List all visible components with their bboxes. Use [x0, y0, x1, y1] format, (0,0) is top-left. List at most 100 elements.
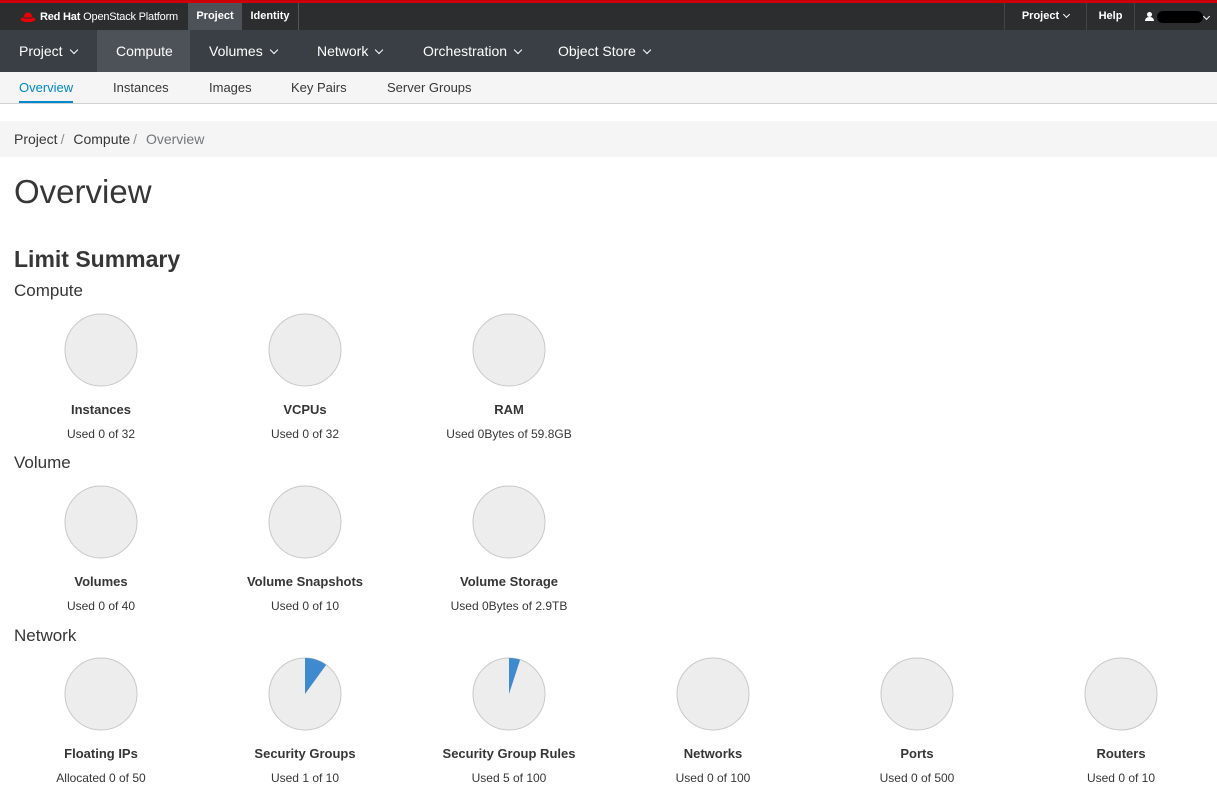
brand-logo[interactable]: Red Hat OpenStack Platform — [20, 7, 178, 27]
project-dropdown[interactable]: Project — [1004, 3, 1086, 30]
chart-label: RAM — [494, 402, 524, 417]
section-title-volume: Volume — [14, 453, 71, 472]
section-title-compute: Compute — [14, 281, 83, 300]
pie-background — [880, 657, 954, 731]
nav-volumes[interactable]: Volumes — [190, 30, 298, 72]
breadcrumb-overview: Overview — [145, 131, 205, 147]
nav-volumes-label: Volumes — [209, 43, 263, 59]
pie-chart-graphic — [64, 313, 138, 387]
breadcrumb-separator: / — [133, 131, 138, 147]
pie-chart-graphic — [472, 485, 546, 559]
section-title-network: Network — [14, 626, 77, 645]
chevron-down-icon — [69, 45, 78, 55]
pie-chart-graphic — [1084, 657, 1158, 731]
nav-project-label: Project — [19, 43, 63, 59]
top-tab-project[interactable]: Project — [188, 3, 242, 30]
help-link[interactable]: Help — [1086, 3, 1134, 30]
page-title: Overview — [14, 173, 152, 210]
chart-label: Floating IPs — [64, 746, 138, 761]
chart-label: VCPUs — [283, 402, 327, 417]
pie-chart-graphic — [268, 657, 342, 731]
pie-chart-security-groups: Security Groups Used 1 of 10 — [225, 656, 385, 785]
breadcrumb: Project / Compute / Overview — [0, 121, 1217, 157]
chart-label: Ports — [900, 746, 934, 761]
nav-compute-label: Compute — [116, 43, 173, 59]
brand-name-bold: Red Hat — [40, 11, 81, 23]
nav-compute[interactable]: Compute — [97, 30, 190, 72]
chart-usage-text: Used 0 of 500 — [879, 771, 955, 785]
nav-network[interactable]: Network — [298, 30, 404, 72]
pie-chart-instances: Instances Used 0 of 32 — [21, 312, 181, 441]
pie-chart-graphic — [880, 657, 954, 731]
chevron-down-icon — [1063, 10, 1071, 19]
pie-background — [472, 485, 546, 559]
chevron-down-icon — [269, 45, 278, 55]
masthead: Red Hat OpenStack Platform Project Ident… — [0, 0, 1217, 30]
pie-chart-security-group-rules: Security Group Rules Used 5 of 100 — [429, 656, 589, 785]
nav-project[interactable]: Project — [0, 30, 97, 72]
pie-chart-volume-snapshots: Volume Snapshots Used 0 of 10 — [225, 484, 385, 613]
top-tab-identity[interactable]: Identity — [242, 3, 299, 30]
pie-chart-volumes: Volumes Used 0 of 40 — [21, 484, 181, 613]
pie-chart-graphic — [676, 657, 750, 731]
pie-background — [1084, 657, 1158, 731]
chart-usage-text: Used 0 of 100 — [675, 771, 751, 785]
subnav-instances[interactable]: Instances — [113, 72, 169, 103]
pie-background — [676, 657, 750, 731]
pie-chart-ram: RAM Used 0Bytes of 59.8GB — [429, 312, 589, 441]
pie-chart-vcpus: VCPUs Used 0 of 32 — [225, 312, 385, 441]
subnav-overview[interactable]: Overview — [19, 72, 74, 103]
chart-usage-text: Used 0Bytes of 2.9TB — [450, 599, 568, 613]
chart-label: Networks — [683, 746, 743, 761]
chart-label: Volume Storage — [459, 574, 558, 589]
pie-chart-graphic — [64, 657, 138, 731]
pie-background — [64, 313, 138, 387]
subnav-key-pairs[interactable]: Key Pairs — [291, 72, 347, 103]
pie-background — [64, 485, 138, 559]
pie-background — [268, 485, 342, 559]
breadcrumb-compute[interactable]: Compute — [73, 131, 130, 147]
pie-background — [472, 313, 546, 387]
pie-chart-graphic — [472, 657, 546, 731]
user-icon — [1145, 12, 1154, 22]
primary-nav: Project Compute Volumes Network Orchestr… — [0, 30, 1217, 72]
pie-background — [268, 313, 342, 387]
limit-summary-title: Limit Summary — [14, 246, 181, 272]
chart-usage-text: Allocated 0 of 50 — [56, 771, 146, 785]
chart-usage-text: Used 1 of 10 — [270, 771, 340, 785]
subnav-server-groups[interactable]: Server Groups — [387, 72, 472, 103]
pie-chart-floating-ips: Floating IPs Allocated 0 of 50 — [21, 656, 181, 785]
redacted-username — [1157, 11, 1203, 23]
chart-label: Security Group Rules — [442, 746, 576, 761]
chart-usage-text: Used 5 of 100 — [471, 771, 547, 785]
pie-chart-networks: Networks Used 0 of 100 — [633, 656, 793, 785]
chart-usage-text: Used 0 of 40 — [66, 599, 136, 613]
pie-chart-ports: Ports Used 0 of 500 — [837, 656, 997, 785]
chart-label: Volume Snapshots — [246, 574, 364, 589]
chart-label: Volumes — [74, 574, 128, 589]
chart-label: Routers — [1096, 746, 1146, 761]
nav-object-store-label: Object Store — [558, 43, 636, 59]
user-menu[interactable] — [1134, 3, 1217, 30]
chevron-down-icon — [375, 45, 384, 55]
chart-label: Instances — [71, 402, 131, 417]
pie-chart-volume-storage: Volume Storage Used 0Bytes of 2.9TB — [429, 484, 589, 613]
chevron-down-icon — [513, 45, 523, 55]
brand-name-rest: OpenStack Platform — [83, 11, 179, 23]
chart-usage-text: Used 0 of 10 — [270, 599, 340, 613]
pie-chart-graphic — [64, 485, 138, 559]
red-hat-logo-icon — [20, 12, 36, 23]
breadcrumb-project[interactable]: Project — [14, 131, 58, 147]
breadcrumb-separator: / — [60, 131, 65, 147]
chart-usage-text: Used 0 of 32 — [270, 427, 340, 441]
subnav-images[interactable]: Images — [209, 72, 252, 103]
nav-orchestration[interactable]: Orchestration — [404, 30, 539, 72]
pie-chart-graphic — [472, 313, 546, 387]
nav-object-store[interactable]: Object Store — [539, 30, 667, 72]
secondary-nav: Overview Instances Images Key Pairs Serv… — [0, 72, 1217, 104]
nav-network-label: Network — [317, 43, 369, 59]
nav-orchestration-label: Orchestration — [423, 43, 508, 59]
pie-background — [64, 657, 138, 731]
pie-chart-graphic — [268, 485, 342, 559]
pie-chart-routers: Routers Used 0 of 10 — [1041, 656, 1201, 785]
